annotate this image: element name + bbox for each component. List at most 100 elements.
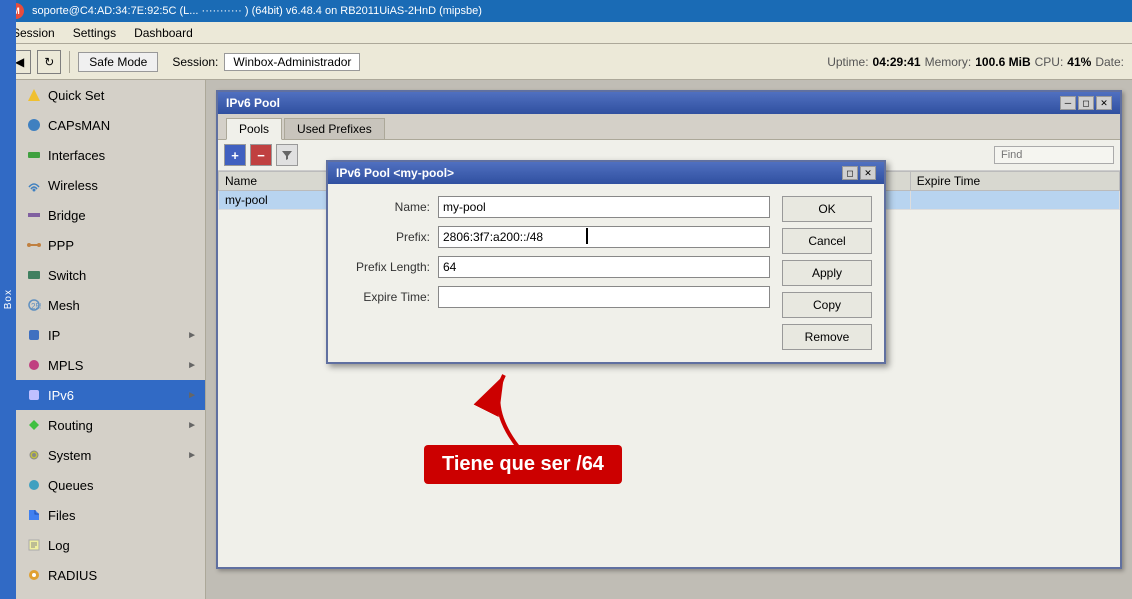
tab-used-prefixes[interactable]: Used Prefixes [284,118,385,139]
sidebar-item-wireless[interactable]: Wireless [16,170,205,200]
cell-expire-time [910,191,1119,210]
close-button[interactable]: ✕ [1096,96,1112,110]
copy-button[interactable]: Copy [782,292,872,318]
dialog-close-button[interactable]: ✕ [860,166,876,180]
sidebar-label-log: Log [48,538,70,553]
sidebar-item-capsman[interactable]: CAPsMAN [16,110,205,140]
tabs-bar: Pools Used Prefixes [218,114,1120,140]
quick-set-icon [26,87,42,103]
refresh-button[interactable]: ↻ [37,50,61,74]
col-expire-time[interactable]: Expire Time [910,172,1119,191]
remove-dialog-button[interactable]: Remove [782,324,872,350]
sidebar-label-system: System [48,448,91,463]
ip-icon [26,327,42,343]
add-button[interactable]: + [224,144,246,166]
minimize-button[interactable]: ─ [1060,96,1076,110]
session-label: Session: [172,55,218,69]
menu-dashboard[interactable]: Dashboard [126,24,201,42]
sidebar-item-interfaces[interactable]: Interfaces [16,140,205,170]
system-icon [26,447,42,463]
memory-value: 100.6 MiB [975,55,1030,69]
main-layout: Box Quick Set CAPsMAN Interfaces Wirele [0,80,1132,599]
sidebar-item-ip[interactable]: IP ► [16,320,205,350]
ok-button[interactable]: OK [782,196,872,222]
system-arrow: ► [187,450,197,461]
cancel-button[interactable]: Cancel [782,228,872,254]
menu-settings[interactable]: Settings [65,24,124,42]
expire-time-input[interactable] [438,286,770,308]
uptime-value: 04:29:41 [873,55,921,69]
toolbar-sep [69,51,70,73]
ip-arrow: ► [187,330,197,341]
winbox-label: Box [0,0,16,599]
sidebar-item-files[interactable]: Files [16,500,205,530]
sidebar-item-ppp[interactable]: PPP [16,230,205,260]
session-value: Winbox-Administrador [224,53,360,71]
dialog-buttons: OK Cancel Apply Copy Remove [782,196,872,350]
sidebar-label-ppp: PPP [48,238,74,253]
files-icon [26,507,42,523]
memory-label: Memory: [925,55,972,69]
sidebar-item-switch[interactable]: Switch [16,260,205,290]
filter-button[interactable] [276,144,298,166]
sidebar-item-mesh[interactable]: 255 Mesh [16,290,205,320]
ipv6-icon [26,387,42,403]
text-cursor [586,228,588,244]
tab-pools[interactable]: Pools [226,118,282,140]
sidebar-label-capsman: CAPsMAN [48,118,110,133]
sidebar-item-system[interactable]: System ► [16,440,205,470]
prefix-length-field-row: Prefix Length: [340,256,770,278]
name-field-row: Name: [340,196,770,218]
winbox-text: Box [3,289,14,309]
interfaces-icon [26,147,42,163]
title-bar: M soporte@C4:AD:34:7E:92:5C (L... ······… [0,0,1132,22]
apply-button[interactable]: Apply [782,260,872,286]
menu-bar: Session Settings Dashboard [0,22,1132,44]
name-label: Name: [340,200,430,214]
sidebar-label-quick-set: Quick Set [48,88,104,103]
prefix-field-row: Prefix: [340,226,770,248]
title-bar-text: soporte@C4:AD:34:7E:92:5C (L... ········… [32,5,482,17]
dialog-fields: Name: Prefix: Prefix Length: [340,196,770,350]
mpls-icon [26,357,42,373]
ipv6-pool-title: IPv6 Pool [226,96,1058,110]
maximize-button[interactable]: ◻ [1078,96,1094,110]
sidebar-label-bridge: Bridge [48,208,86,223]
sidebar-item-queues[interactable]: Queues [16,470,205,500]
prefix-length-label: Prefix Length: [340,260,430,274]
expire-time-label: Expire Time: [340,290,430,304]
prefix-label: Prefix: [340,230,430,244]
dialog-titlebar: IPv6 Pool <my-pool> ◻ ✕ [328,162,884,184]
routing-arrow: ► [187,420,197,431]
cpu-value: 41% [1067,55,1091,69]
sidebar-item-mpls[interactable]: MPLS ► [16,350,205,380]
sidebar-item-routing[interactable]: Routing ► [16,410,205,440]
cpu-label: CPU: [1035,55,1064,69]
sidebar-item-radius[interactable]: RADIUS [16,560,205,590]
bridge-icon [26,207,42,223]
sidebar-item-ipv6[interactable]: IPv6 ► [16,380,205,410]
sidebar-item-bridge[interactable]: Bridge [16,200,205,230]
ppp-icon [26,237,42,253]
sidebar-label-ipv6: IPv6 [48,388,74,403]
ipv6-arrow: ► [187,390,197,401]
sidebar-label-radius: RADIUS [48,568,97,583]
uptime-label: Uptime: [827,55,868,69]
mesh-icon: 255 [26,297,42,313]
expire-time-field-row: Expire Time: [340,286,770,308]
ipv6-pool-dialog: IPv6 Pool <my-pool> ◻ ✕ Name: Prefix: [326,160,886,364]
sidebar-label-mesh: Mesh [48,298,80,313]
prefix-input[interactable] [438,226,770,248]
find-input[interactable] [994,146,1114,164]
sidebar-item-quick-set[interactable]: Quick Set [16,80,205,110]
switch-icon [26,267,42,283]
safe-mode-button[interactable]: Safe Mode [78,52,158,72]
sidebar-item-log[interactable]: Log [16,530,205,560]
sidebar-label-wireless: Wireless [48,178,98,193]
sidebar-label-interfaces: Interfaces [48,148,105,163]
prefix-length-input[interactable] [438,256,770,278]
name-input[interactable] [438,196,770,218]
dialog-title: IPv6 Pool <my-pool> [336,166,840,180]
remove-button[interactable]: − [250,144,272,166]
dialog-resize-button[interactable]: ◻ [842,166,858,180]
